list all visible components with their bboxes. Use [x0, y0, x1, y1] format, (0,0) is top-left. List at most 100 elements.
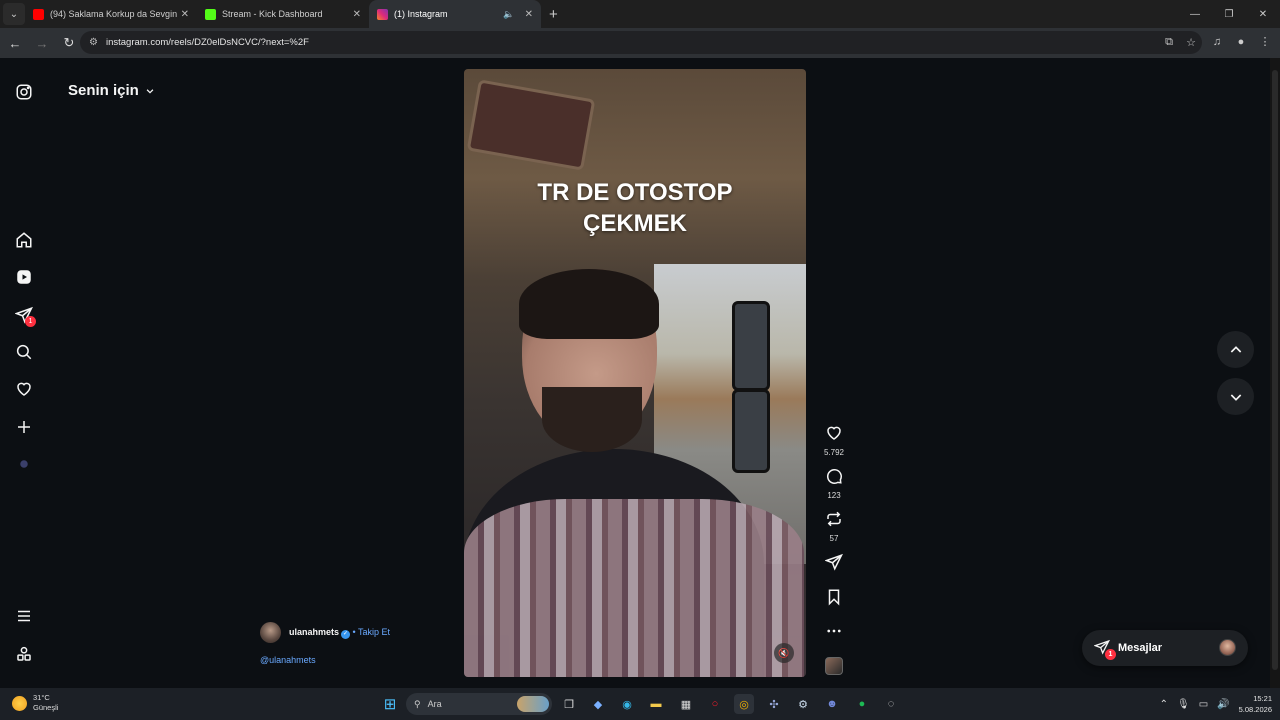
home-icon[interactable]: [12, 228, 36, 252]
minimize-icon[interactable]: —: [1178, 9, 1212, 20]
messages-label: Mesajlar: [1118, 642, 1163, 654]
tab-title: Stream - Kick Dashboard: [222, 9, 323, 19]
tab-kick[interactable]: Stream - Kick Dashboard ✕: [197, 0, 369, 28]
comment-button[interactable]: 123: [817, 467, 851, 500]
close-tab-icon[interactable]: ✕: [525, 9, 533, 20]
volume-icon[interactable]: 🔊: [1217, 699, 1229, 710]
app-icon[interactable]: ◌: [881, 694, 901, 714]
scrollbar-thumb[interactable]: [1272, 70, 1278, 670]
mute-toggle-button[interactable]: 🔇: [774, 643, 794, 663]
search-icon[interactable]: [12, 340, 36, 364]
microsoft-store-icon[interactable]: ▦: [676, 694, 696, 714]
tab-instagram[interactable]: (1) Instagram 🔈 ✕: [369, 0, 541, 28]
forward-icon[interactable]: →: [30, 36, 54, 51]
chevron-down-icon: [1230, 393, 1241, 401]
messages-button[interactable]: 1 Mesajlar: [1082, 630, 1248, 666]
person-hair-image: [519, 269, 659, 339]
display-icon[interactable]: ▭: [1199, 699, 1208, 710]
address-bar[interactable]: ⚙ instagram.com/reels/DZ0elDsNCVC/?next=…: [80, 31, 1202, 54]
direct-messages-icon: 1: [1093, 639, 1116, 660]
profile-avatar-icon[interactable]: [12, 452, 36, 476]
site-info-icon[interactable]: ⚙: [89, 37, 98, 48]
more-options-button[interactable]: [817, 622, 851, 645]
bookmark-star-icon[interactable]: ☆: [1180, 36, 1202, 49]
menu-dots-icon[interactable]: ⋮: [1256, 33, 1274, 51]
widgets-icon[interactable]: ◆: [588, 694, 608, 714]
close-tab-icon[interactable]: ✕: [181, 9, 189, 20]
instagram-logo-icon[interactable]: [12, 80, 36, 104]
repost-icon: [827, 511, 841, 527]
more-menu-icon[interactable]: [12, 604, 36, 628]
install-app-icon[interactable]: ⧉: [1158, 36, 1180, 49]
also-from-meta-icon[interactable]: [12, 642, 36, 666]
follow-button[interactable]: Takip Et: [358, 627, 390, 637]
window-controls: — ❐ ✕: [1178, 0, 1280, 28]
file-explorer-icon[interactable]: ▬: [646, 694, 666, 714]
like-button[interactable]: 5.792: [817, 424, 851, 457]
comment-count: 123: [827, 491, 841, 500]
bookmark-icon: [828, 589, 840, 606]
windows-start-icon[interactable]: ⊞: [380, 694, 400, 714]
feed-heading: Senin için: [68, 82, 139, 99]
profile-icon[interactable]: ●: [1232, 33, 1250, 51]
chrome-browser-icon[interactable]: ◎: [734, 694, 754, 714]
clock[interactable]: 15:21 5.08.2026: [1239, 693, 1272, 715]
network-app-icon[interactable]: ✣: [764, 694, 784, 714]
microphone-icon[interactable]: 🎙: [1177, 699, 1190, 710]
person-shirt-image: [464, 499, 804, 677]
task-view-icon[interactable]: ❐: [559, 694, 579, 714]
verified-badge-icon: ✓: [341, 629, 351, 639]
reload-icon[interactable]: ↻: [57, 35, 81, 51]
reel-video[interactable]: TR DE OTOSTOP ÇEKMEK 🔇: [464, 69, 806, 677]
heart-icon[interactable]: [12, 377, 36, 401]
media-controls-icon[interactable]: ♫: [1208, 33, 1226, 51]
previous-reel-button[interactable]: [1217, 331, 1254, 368]
discord-icon[interactable]: ☻: [822, 694, 842, 714]
search-icon: ⚲: [414, 698, 421, 709]
next-reel-button[interactable]: [1217, 378, 1254, 415]
spotify-icon[interactable]: ●: [852, 694, 872, 714]
speaker-icon[interactable]: 🔈: [503, 9, 514, 20]
contact-avatar: [1219, 639, 1236, 656]
save-button[interactable]: [817, 588, 851, 611]
original-audio-thumbnail[interactable]: [825, 657, 843, 675]
speaker-muted-icon: 🔇: [778, 647, 790, 658]
chevron-up-icon: [1230, 345, 1241, 353]
weather-widget[interactable]: 31°C Güneşli: [12, 693, 58, 713]
edge-browser-icon[interactable]: ◉: [617, 694, 637, 714]
back-icon[interactable]: ←: [3, 36, 27, 51]
steam-icon[interactable]: ⚙: [793, 694, 813, 714]
browser-toolbar: ← → ↻ ⚙ instagram.com/reels/DZ0elDsNCVC/…: [0, 28, 1280, 58]
feed-selector[interactable]: Senin için: [68, 82, 155, 99]
url-text[interactable]: instagram.com/reels/DZ0elDsNCVC/?next=%2…: [106, 37, 1158, 48]
new-tab-button[interactable]: +: [549, 6, 558, 23]
person-beard-image: [542, 387, 642, 452]
author-username[interactable]: ulanahmets: [289, 627, 339, 637]
chevron-up-icon[interactable]: ⌃: [1160, 699, 1168, 710]
reels-icon[interactable]: [12, 265, 36, 289]
tab-search-button[interactable]: ⌄: [3, 3, 25, 25]
clock-time: 15:21: [1253, 694, 1272, 703]
close-window-icon[interactable]: ✕: [1246, 9, 1280, 20]
taskbar-search-placeholder: Ara: [427, 699, 442, 709]
restore-icon[interactable]: ❐: [1212, 9, 1246, 20]
more-dots-icon: [827, 629, 841, 633]
caption-mention-link[interactable]: @ulanahmets: [260, 655, 316, 665]
youtube-favicon-icon: [33, 8, 44, 20]
chevron-down-icon: ⌄: [9, 8, 19, 20]
tab-youtube[interactable]: (94) Saklama Korkup da Sevgin ✕: [25, 0, 197, 28]
taskbar-search[interactable]: ⚲ Ara: [406, 693, 552, 715]
create-plus-icon[interactable]: [12, 415, 36, 439]
reel-author: ulanahmets ✓ • Takip Et: [260, 622, 390, 643]
share-button[interactable]: [817, 553, 851, 576]
page-scrollbar[interactable]: [1270, 58, 1280, 688]
repost-button[interactable]: 57: [817, 510, 851, 543]
heart-icon: [827, 426, 841, 440]
direct-messages-icon[interactable]: 1: [12, 303, 36, 327]
sun-icon: [12, 695, 27, 711]
masallah-sign-image: [466, 79, 596, 171]
close-tab-icon[interactable]: ✕: [353, 9, 361, 20]
opera-browser-icon[interactable]: ○: [705, 694, 725, 714]
like-count: 5.792: [823, 448, 845, 457]
author-avatar[interactable]: [260, 622, 281, 643]
